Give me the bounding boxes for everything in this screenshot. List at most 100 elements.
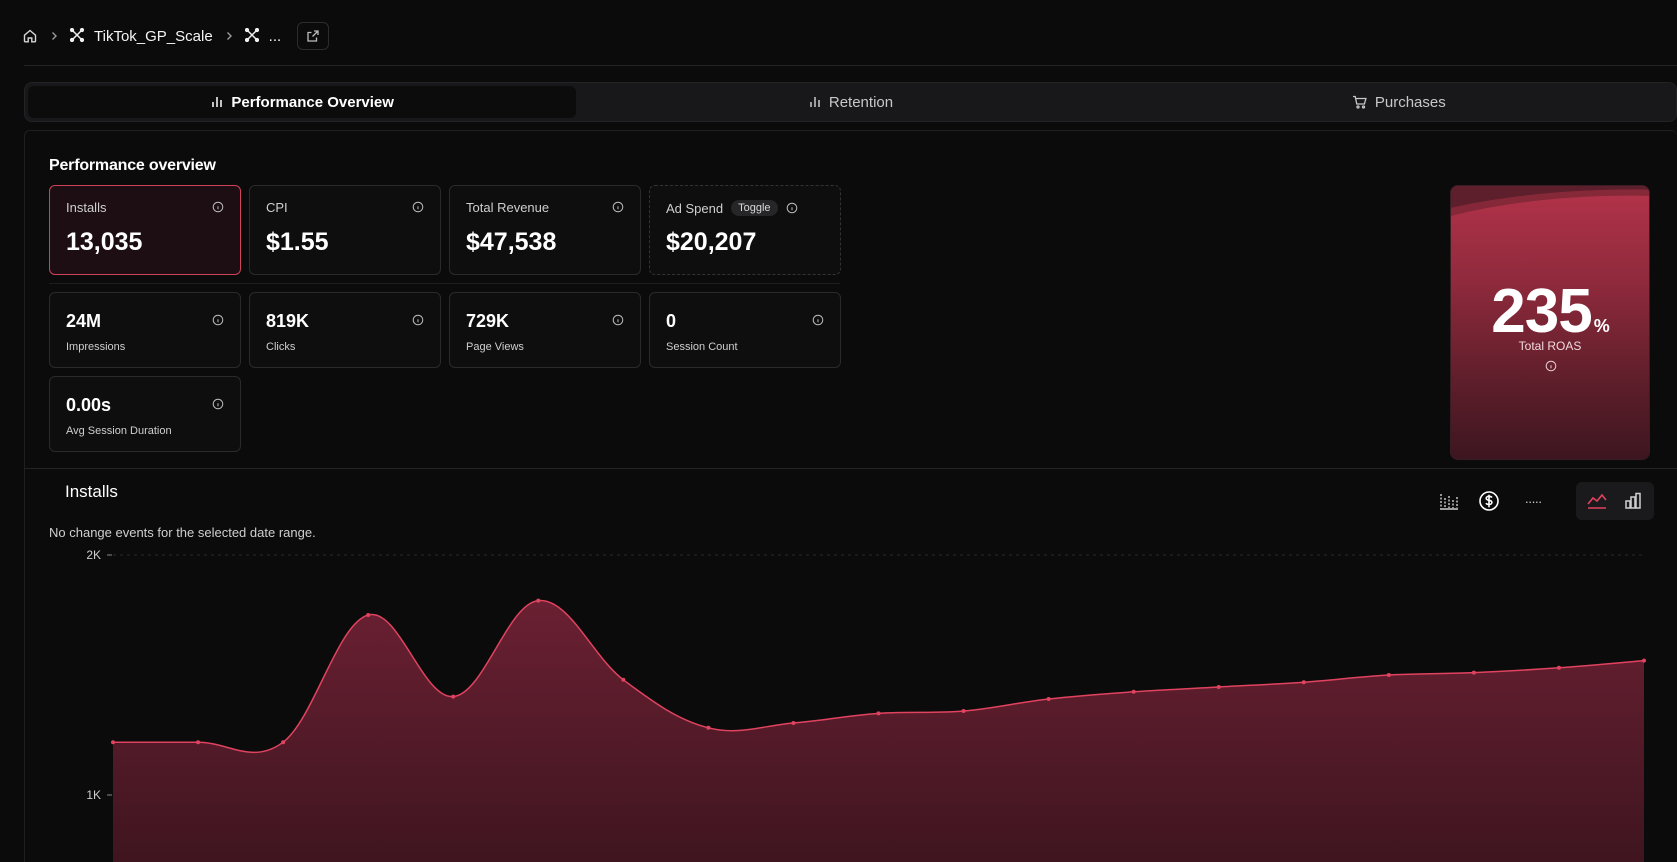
roas-wave-decoration [1451, 186, 1649, 216]
data-point[interactable] [1046, 697, 1051, 701]
y-tick-label: 2K [86, 548, 101, 562]
data-point[interactable] [1642, 658, 1646, 663]
bar-chart-button[interactable] [1616, 486, 1650, 516]
chart-title: Installs [65, 482, 118, 501]
bar-chart-icon [1625, 492, 1641, 509]
home-icon [22, 28, 38, 44]
network-icon [70, 28, 86, 44]
data-point[interactable] [1471, 670, 1476, 675]
metric-card-installs[interactable]: Installs 13,035 [49, 185, 241, 275]
open-external-button[interactable] [297, 22, 330, 50]
metric-label: Installs [66, 200, 106, 215]
breadcrumb-adset-label: ... [268, 27, 282, 45]
info-icon[interactable] [612, 200, 624, 213]
chart-toolbar: ····· [1432, 482, 1654, 520]
metric-card-clicks[interactable]: 819K Clicks [249, 292, 441, 368]
breadcrumb: TikTok_GP_Scale ... [22, 18, 330, 54]
info-icon[interactable] [412, 313, 424, 326]
roas-label: Total ROAS [1518, 339, 1582, 353]
metric-value: 819K [266, 311, 310, 331]
info-icon[interactable] [812, 313, 824, 326]
data-point[interactable] [111, 740, 115, 745]
metric-card-ad-spend[interactable]: Ad Spend Toggle $20,207 [649, 185, 841, 275]
data-point[interactable] [791, 721, 796, 725]
info-icon[interactable] [212, 397, 224, 410]
network-icon [244, 28, 261, 44]
info-icon[interactable] [612, 313, 624, 326]
metric-label-text: CPI [266, 200, 288, 215]
metric-label: Ad Spend Toggle [666, 200, 798, 216]
data-point[interactable] [451, 694, 456, 699]
metric-card-impressions[interactable]: 24M Impressions [49, 292, 241, 368]
data-point[interactable] [1386, 673, 1391, 677]
metric-value: 24M [66, 311, 102, 331]
chart-type-toggle [1576, 482, 1654, 520]
metric-label-text: Total Revenue [466, 200, 550, 215]
cart-icon [1352, 95, 1367, 109]
installs-area-chart: 2K 1K [86, 548, 1646, 862]
metric-card-page-views[interactable]: 729K Page Views [449, 292, 641, 368]
tab-bar: Performance Overview Retention Purchases [24, 82, 1677, 122]
info-icon[interactable] [412, 200, 424, 213]
app-root: TikTok_GP_Scale ... Performance Overview… [0, 0, 1677, 862]
divider [24, 468, 1677, 469]
chart-note: No change events for the selected date r… [49, 525, 316, 540]
dots-toggle[interactable]: ····· [1516, 486, 1550, 516]
roas-unit: % [1593, 316, 1610, 336]
data-point[interactable] [621, 677, 626, 682]
metric-label: Total Revenue [466, 200, 549, 215]
data-point[interactable] [1556, 665, 1561, 670]
data-point[interactable] [196, 740, 201, 745]
breadcrumb-campaign[interactable]: TikTok_GP_Scale [70, 28, 213, 45]
area-chart-icon [1587, 493, 1607, 509]
data-point[interactable] [536, 598, 541, 603]
tab-retention[interactable]: Retention [576, 86, 1124, 118]
toggle-badge[interactable]: Toggle [731, 200, 778, 216]
dollar-circle-icon [1479, 491, 1499, 511]
dots-icon: ····· [1524, 493, 1543, 509]
data-point[interactable] [1301, 680, 1306, 685]
stacked-bars-icon [1440, 494, 1458, 510]
metric-card-avg-session-duration[interactable]: 0.00s Avg Session Duration [49, 376, 241, 452]
data-point[interactable] [1216, 685, 1221, 689]
metric-value: $47,538 [466, 228, 557, 256]
divider [49, 283, 840, 284]
currency-toggle[interactable] [1472, 486, 1506, 516]
section-title: Performance overview [49, 157, 216, 174]
area-chart-button[interactable] [1580, 486, 1614, 516]
y-tick-label: 1K [86, 788, 101, 802]
tab-label: Purchases [1374, 93, 1446, 111]
tab-purchases[interactable]: Purchases [1125, 86, 1673, 118]
metric-card-total-revenue[interactable]: Total Revenue $47,538 [449, 185, 641, 275]
info-icon[interactable] [786, 202, 798, 214]
data-point[interactable] [366, 613, 371, 617]
chevron-right-icon [223, 30, 235, 42]
breadcrumb-campaign-label: TikTok_GP_Scale [94, 27, 213, 45]
metric-label: Session Count [666, 341, 738, 353]
metric-label: CPI [266, 200, 288, 215]
info-icon[interactable] [212, 200, 224, 213]
metric-card-session-count[interactable]: 0 Session Count [649, 292, 841, 368]
info-icon[interactable] [212, 313, 224, 326]
roas-card[interactable]: 235% Total ROAS [1450, 185, 1650, 460]
data-point[interactable] [1131, 689, 1136, 694]
breadcrumb-home[interactable] [22, 28, 38, 44]
data-point[interactable] [961, 709, 966, 713]
breadcrumb-adset[interactable]: ... [244, 27, 282, 45]
roas-number: 235 [1491, 277, 1592, 346]
data-point[interactable] [876, 711, 881, 716]
info-icon[interactable] [1545, 359, 1557, 372]
tab-label: Retention [828, 93, 894, 111]
metric-value: 0.00s [66, 395, 112, 415]
metric-label: Avg Session Duration [66, 425, 172, 437]
tab-label: Performance Overview [231, 93, 394, 111]
tab-performance-overview[interactable]: Performance Overview [28, 86, 577, 118]
stacked-bars-toggle[interactable] [1432, 486, 1466, 516]
data-point[interactable] [706, 725, 711, 730]
metric-card-cpi[interactable]: CPI $1.55 [249, 185, 441, 275]
metric-value: 13,035 [66, 228, 143, 256]
roas-value: 235% [1451, 276, 1649, 347]
data-point[interactable] [281, 740, 286, 745]
metric-label: Impressions [66, 341, 126, 353]
external-link-icon [307, 30, 319, 42]
